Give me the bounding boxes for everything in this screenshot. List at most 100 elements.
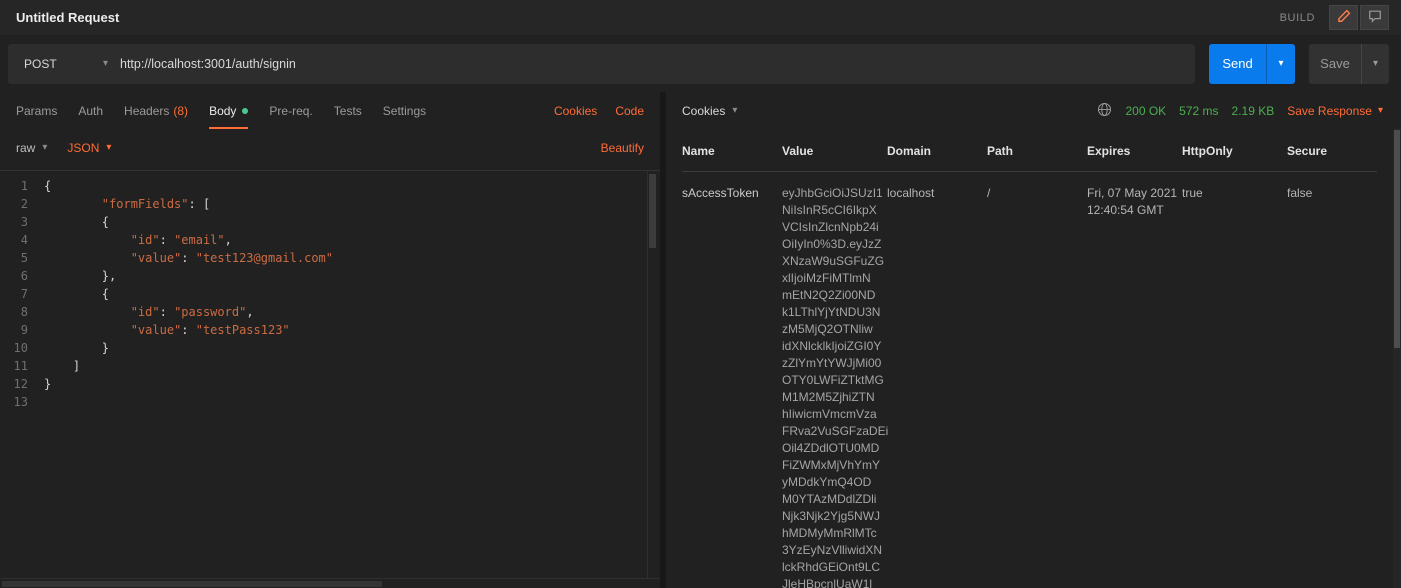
tab-body[interactable]: Body <box>209 92 248 129</box>
cookie-value-line: OiIyIn0%3D.eyJzZ <box>782 236 883 253</box>
cookie-expires-date: Fri, 07 May 2021 <box>1087 185 1178 202</box>
chevron-down-icon: ▾ <box>1373 58 1378 69</box>
line-number: 6 <box>0 267 44 285</box>
tab-params[interactable]: Params <box>16 92 57 129</box>
save-split-button: Save ▾ <box>1309 44 1389 84</box>
cookie-value-line: FiZWMxMjVhYmY <box>782 457 883 474</box>
method-dropdown[interactable]: POST ▾ <box>8 44 120 84</box>
code-line[interactable]: 3 { <box>0 213 660 231</box>
tab-settings[interactable]: Settings <box>383 92 426 129</box>
cookie-value-line: k1LThlYjYtNDU3N <box>782 304 883 321</box>
network-globe-icon[interactable] <box>1097 102 1112 120</box>
line-number: 4 <box>0 231 44 249</box>
line-number: 1 <box>0 177 44 195</box>
main-split: Params Auth Headers (8) Body Pre-req. Te… <box>0 92 1401 588</box>
line-number: 9 <box>0 321 44 339</box>
code-text: "value": "testPass123" <box>44 321 290 339</box>
cookies-table-header: Name Value Domain Path Expires HttpOnly … <box>682 133 1377 172</box>
cookie-expires: Fri, 07 May 2021 12:40:54 GMT <box>1087 172 1182 588</box>
code-text: { <box>44 177 51 195</box>
send-options-button[interactable]: ▾ <box>1266 44 1295 84</box>
column-header-expires: Expires <box>1087 133 1182 171</box>
line-number: 10 <box>0 339 44 357</box>
edit-request-button[interactable] <box>1329 5 1358 30</box>
top-bar: Untitled Request BUILD <box>0 0 1401 35</box>
comment-icon <box>1368 9 1382 26</box>
code-line[interactable]: 13 <box>0 393 660 411</box>
chevron-down-icon: ▾ <box>103 58 108 69</box>
cookie-value-line: NiIsInR5cCI6IkpX <box>782 202 883 219</box>
code-line[interactable]: 6 }, <box>0 267 660 285</box>
send-button[interactable]: Send <box>1209 44 1266 84</box>
code-line[interactable]: 8 "id": "password", <box>0 303 660 321</box>
response-cookies-dropdown[interactable]: Cookies ▾ <box>682 104 737 118</box>
tab-headers[interactable]: Headers (8) <box>124 92 188 129</box>
tab-label: Auth <box>78 104 103 118</box>
line-number: 2 <box>0 195 44 213</box>
editor-vertical-scroll-thumb[interactable] <box>649 174 656 248</box>
beautify-link[interactable]: Beautify <box>601 141 644 155</box>
response-size: 2.19 KB <box>1232 104 1275 118</box>
chevron-down-icon: ▾ <box>42 142 47 153</box>
cookie-value-line: OTY0LWFiZTktMG <box>782 372 883 389</box>
save-response-dropdown[interactable]: Save Response ▾ <box>1287 104 1383 118</box>
code-text: } <box>44 339 109 357</box>
tab-label: Body <box>209 104 236 118</box>
editor-horizontal-scroll-thumb[interactable] <box>2 581 382 587</box>
response-time: 572 ms <box>1179 104 1218 118</box>
chevron-down-icon: ▾ <box>1378 105 1383 116</box>
line-number: 7 <box>0 285 44 303</box>
body-code-editor[interactable]: 1{2 "formFields": [3 {4 "id": "email",5 … <box>0 170 660 588</box>
body-has-content-dot <box>242 108 248 114</box>
code-line[interactable]: 2 "formFields": [ <box>0 195 660 213</box>
body-format-dropdown[interactable]: raw ▾ <box>16 141 47 155</box>
cookie-value-line: M1M2M5ZjhiZTN <box>782 389 883 406</box>
comments-button[interactable] <box>1360 5 1389 30</box>
column-header-httponly: HttpOnly <box>1182 133 1287 171</box>
code-line[interactable]: 9 "value": "testPass123" <box>0 321 660 339</box>
response-scroll-thumb[interactable] <box>1394 130 1400 348</box>
code-line[interactable]: 4 "id": "email", <box>0 231 660 249</box>
code-line[interactable]: 1{ <box>0 177 660 195</box>
cookie-value-line: JleHBpcnlUaW1l <box>782 576 883 588</box>
code-line[interactable]: 7 { <box>0 285 660 303</box>
cookie-value-line: zM5MjQ2OTNliw <box>782 321 883 338</box>
url-input[interactable] <box>120 44 1195 84</box>
editor-horizontal-scrollbar[interactable] <box>0 578 660 588</box>
cookie-value-line: yMDdkYmQ4OD <box>782 474 883 491</box>
line-number: 11 <box>0 357 44 375</box>
body-language-dropdown[interactable]: JSON ▾ <box>67 141 111 155</box>
code-line[interactable]: 5 "value": "test123@gmail.com" <box>0 249 660 267</box>
pencil-icon <box>1337 9 1351 26</box>
cookie-value-line: lckRhdGEiOnt9LC <box>782 559 883 576</box>
tab-tests[interactable]: Tests <box>334 92 362 129</box>
response-scrollbar[interactable] <box>1393 128 1401 588</box>
cookie-value-line: idXNlcklkIjoiZGI0Y <box>782 338 883 355</box>
save-options-button[interactable]: ▾ <box>1361 44 1389 84</box>
code-line[interactable]: 11 ] <box>0 357 660 375</box>
code-line[interactable]: 10 } <box>0 339 660 357</box>
code-line[interactable]: 12} <box>0 375 660 393</box>
chevron-down-icon: ▾ <box>732 105 737 116</box>
cookies-link[interactable]: Cookies <box>554 104 597 118</box>
cookie-value-line: mEtN2Q2Zi00ND <box>782 287 883 304</box>
code-text: } <box>44 375 51 393</box>
cookies-table: Name Value Domain Path Expires HttpOnly … <box>666 129 1401 588</box>
code-link[interactable]: Code <box>615 104 644 118</box>
body-language-label: JSON <box>67 141 99 155</box>
tab-pre-request[interactable]: Pre-req. <box>269 92 312 129</box>
cookie-secure: false <box>1287 172 1377 588</box>
cookie-value-line: VCIsInZlcnNpb24i <box>782 219 883 236</box>
code-text: "id": "email", <box>44 231 232 249</box>
code-lines: 1{2 "formFields": [3 {4 "id": "email",5 … <box>0 177 660 411</box>
response-header: Cookies ▾ 200 OK 572 ms 2.19 KB Save Res… <box>666 92 1401 129</box>
url-control: POST ▾ <box>8 44 1195 84</box>
column-header-name: Name <box>682 133 782 171</box>
code-text: "id": "password", <box>44 303 254 321</box>
save-button[interactable]: Save <box>1309 44 1361 84</box>
editor-vertical-scrollbar[interactable] <box>647 171 656 578</box>
send-split-button: Send ▾ <box>1209 44 1295 84</box>
line-number: 3 <box>0 213 44 231</box>
cookie-value: eyJhbGciOiJSUzI1NiIsInR5cCI6IkpXVCIsInZl… <box>782 172 887 588</box>
tab-auth[interactable]: Auth <box>78 92 103 129</box>
